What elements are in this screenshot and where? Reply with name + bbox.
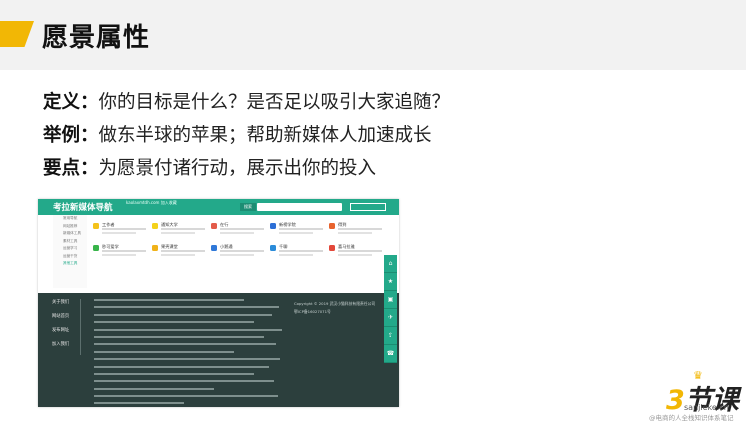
bullet-example: 举例：做东半球的苹果；帮助新媒体人加速成长: [43, 122, 450, 155]
footer-copyright: Copyright © 2019 武汉小猫科技有限责任公司 鄂ICP备16027…: [294, 301, 376, 314]
footer-links: 关于我们 网站首页 发布网址 加入我们: [52, 299, 69, 355]
sidebar-item: 运营干货: [63, 253, 78, 258]
bullet-key: 举例：: [43, 125, 99, 146]
sidebar-item: 网站推荐: [63, 223, 78, 228]
footer-link: 发布网址: [52, 328, 70, 333]
card-icon: [93, 245, 99, 251]
bullet-key: 要点：: [43, 158, 99, 179]
card-icon: [152, 223, 158, 229]
site-side-rail: ⌂ ★ ▣ ✈ ⇪ ☎: [384, 255, 397, 363]
site-footer: 关于我们 网站首页 发布网址 加入我们 Copyright © 2019 武汉小…: [38, 293, 399, 407]
share-icon: ⇪: [384, 327, 397, 345]
contact-icon: ☎: [384, 345, 397, 363]
sidebar-item: 运营学习: [63, 246, 78, 250]
site-search-button: 搜索: [240, 203, 256, 211]
site-card: 在行: [211, 221, 264, 239]
card-icon: [211, 223, 217, 229]
home-icon: ⌂: [384, 255, 397, 273]
footer-divider: [80, 299, 81, 355]
site-card: 通知大学: [152, 221, 205, 239]
site-card: 得到: [329, 221, 382, 239]
site-card: 秒可爱学: [93, 243, 146, 261]
brand-url: sanjieke.cn: [684, 403, 729, 412]
card-icon: [211, 245, 217, 251]
bullet-list: 定义：你的目标是什么？是否足以吸引大家追随？ 举例：做东半球的苹果；帮助新媒体人…: [43, 89, 450, 188]
bullet-definition: 定义：你的目标是什么？是否足以吸引大家追随？: [43, 89, 450, 122]
site-card: 喜马拉雅: [329, 243, 382, 261]
website-screenshot: 考拉新媒体导航 kaolaxmtdh.com 加入收藏 搜索 常用导航 网站推荐…: [38, 199, 399, 407]
site-card: 工作者: [93, 221, 146, 239]
site-logo: 考拉新媒体导航: [53, 203, 113, 213]
star-icon: ★: [384, 273, 397, 291]
card-icon: [270, 245, 276, 251]
slide-title: 愿景属性: [42, 23, 151, 53]
site-card: 千聊: [270, 243, 323, 261]
site-subtitle: kaolaxmtdh.com 加入收藏: [126, 200, 177, 205]
card-icon: [152, 245, 158, 251]
site-card: 果壳课堂: [152, 243, 205, 261]
footer-paragraphs: [94, 299, 284, 407]
footer-link: 关于我们: [52, 300, 70, 305]
bullet-text: 你的目标是什么？是否足以吸引大家追随？: [98, 92, 451, 113]
bullet-text: 为愿景付诸行动，展示出你的投入: [98, 158, 377, 179]
bullet-text: 做东半球的苹果；帮助新媒体人加速成长: [98, 125, 432, 146]
sidebar-item: 素材工具: [63, 238, 78, 243]
site-header-link: [350, 203, 386, 211]
sidebar-item: 新媒体工具: [63, 231, 81, 235]
sidebar-item: 常用导航: [63, 216, 78, 220]
sidebar-item: 其他工具: [63, 261, 78, 265]
card-icon: [93, 223, 99, 229]
submit-icon: ✈: [384, 309, 397, 327]
footer-link: 网站首页: [52, 314, 70, 319]
site-card: 小鹅通: [211, 243, 264, 261]
watermark: @电商的人全栈知识体系笔记: [649, 414, 734, 422]
footer-link: 加入我们: [52, 342, 70, 347]
qrcode-icon: ▣: [384, 291, 397, 309]
card-icon: [329, 245, 335, 251]
card-icon: [270, 223, 276, 229]
site-sidebar: 常用导航 网站推荐 新媒体工具 素材工具 运营学习 运营干货 其他工具: [53, 215, 87, 288]
site-card: 新榜学院: [270, 221, 323, 239]
bullet-key: 定义：: [43, 92, 99, 113]
card-icon: [329, 223, 335, 229]
bullet-key-point: 要点：为愿景付诸行动，展示出你的投入: [43, 155, 450, 188]
site-search-input: [257, 203, 342, 211]
